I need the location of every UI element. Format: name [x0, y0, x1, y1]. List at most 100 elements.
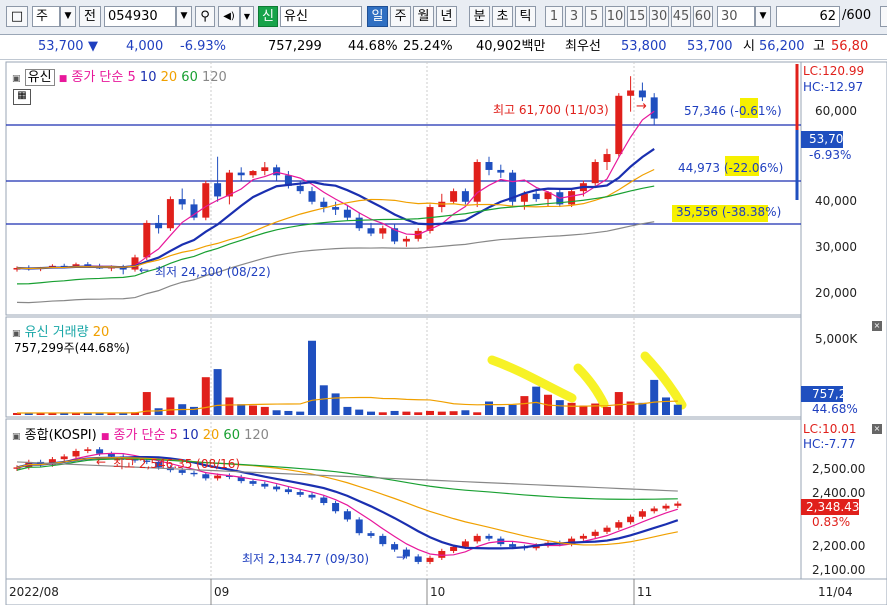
volume-bar — [520, 396, 529, 415]
index-tick-2100: 2,100.00 — [812, 563, 866, 577]
index-low-note: 최저 2,134.77 (09/30) — [242, 552, 370, 566]
volume-bar — [614, 392, 623, 415]
index-candle-body — [60, 456, 68, 460]
price-candle-body — [178, 199, 186, 205]
volume-bar — [437, 411, 446, 415]
index-candle-body — [414, 556, 422, 562]
hline1-label: 57,346 (-0.61%) — [684, 104, 782, 118]
index-ma-60: 60 — [223, 428, 240, 443]
price-candle-body — [249, 171, 257, 176]
price-candle-body — [214, 183, 222, 197]
index-candle-body — [190, 472, 198, 475]
index-candle-body — [308, 494, 316, 498]
price-candle-body — [650, 97, 658, 119]
volume-bar — [650, 379, 659, 415]
index-ma-label: 종가 단순 — [113, 428, 166, 443]
price-candle-body — [155, 222, 163, 229]
volume-bar — [296, 411, 305, 415]
volume-bar — [225, 397, 234, 415]
index-candle-body — [391, 544, 399, 550]
index-low-arrow-icon: → — [396, 550, 407, 564]
index-high-note: 최고 2,546.35 (08/16) — [113, 457, 241, 471]
index-candle-body — [296, 492, 304, 495]
volume-bar — [662, 397, 670, 415]
volume-bar — [638, 402, 647, 415]
hline2-label: 44,973 (-22.06%) — [678, 161, 784, 175]
index-panel-name[interactable]: 종합(KOSPI) — [25, 428, 97, 443]
volume-bar — [284, 410, 293, 415]
index-candle-body — [379, 535, 387, 545]
price-candle-body — [532, 193, 540, 200]
volume-bar — [449, 411, 458, 415]
x-label-last-date: 11/04 — [818, 585, 853, 599]
volume-bar — [461, 410, 470, 415]
index-ma-5: 5 — [169, 428, 178, 443]
volume-last-pct: 44.68% — [812, 402, 858, 416]
current-pct-label: -6.93% — [809, 148, 852, 162]
volume-bar — [496, 406, 505, 415]
volume-bar — [213, 369, 222, 415]
chart-canvas[interactable] — [0, 0, 887, 605]
low-arrow-icon: ← — [139, 263, 150, 277]
index-panel-close-icon[interactable]: × — [872, 424, 882, 434]
price-candle-body — [355, 217, 363, 229]
high-arrow-icon: → — [636, 99, 647, 114]
price-tick-30000: 30,000 — [815, 240, 857, 254]
price-candle-body — [450, 191, 458, 202]
panel-menu-icon[interactable]: ▣ — [12, 74, 21, 84]
volume-bar — [319, 385, 328, 415]
index-candle-body — [591, 531, 599, 536]
ma-60: 60 — [181, 70, 198, 85]
volume-bar — [485, 401, 493, 415]
index-panel-header: ▣ 종합(KOSPI) ■ 종가 단순 5 10 20 60 120 — [12, 424, 269, 443]
price-candle-body — [461, 191, 469, 202]
index-high-arrow-icon: ← — [96, 455, 107, 469]
price-panel-name[interactable]: 유신 — [24, 69, 55, 86]
volume-panel-menu-icon[interactable]: ▣ — [12, 329, 21, 339]
price-hc: HC:-12.97 — [803, 80, 864, 94]
volume-bar — [532, 386, 541, 415]
index-tick-2400: 2,400.00 — [812, 486, 866, 500]
index-candle-body — [579, 535, 587, 539]
index-candle-body — [674, 503, 682, 506]
volume-bar — [355, 409, 364, 415]
index-hc: HC:-7.77 — [803, 437, 856, 451]
index-lc: LC:10.01 — [803, 422, 857, 436]
index-candle-body — [261, 483, 269, 487]
index-panel-menu-icon[interactable]: ▣ — [12, 432, 21, 442]
ma-120: 120 — [201, 70, 227, 85]
table-grid-icon[interactable]: ▦ — [13, 89, 31, 105]
volume-bar — [343, 406, 352, 415]
price-candle-body — [426, 207, 434, 231]
index-candle-body — [249, 481, 257, 484]
price-candle-body — [615, 95, 623, 155]
price-candle-body — [497, 169, 505, 173]
index-candle-body — [509, 544, 517, 547]
price-high-note: 최고 61,700 (11/03) — [493, 103, 609, 117]
ma-20: 20 — [160, 70, 178, 85]
price-candle-body — [225, 172, 233, 197]
price-panel-header: ▣ 유신 ■ 종가 단순 5 10 20 60 120 — [12, 66, 227, 86]
price-candle-body — [332, 207, 340, 210]
volume-bar — [154, 408, 163, 415]
index-tick-2500: 2,500.00 — [812, 462, 866, 476]
price-tick-60000: 60,000 — [815, 104, 857, 118]
volume-tick-5000k: 5,000K — [815, 332, 858, 346]
index-candle-body — [627, 516, 635, 523]
index-current: 2,348.43 — [806, 500, 860, 514]
volume-panel-close-icon[interactable]: × — [872, 321, 882, 331]
hline2-pct: -22.06% — [728, 161, 779, 175]
index-candle-body — [650, 508, 658, 512]
price-candle-body — [485, 162, 493, 170]
x-label-10: 10 — [430, 585, 446, 599]
price-candle-body — [320, 201, 328, 208]
hline2-value: 44,973 — [678, 161, 720, 175]
index-candle-body — [603, 527, 611, 532]
volume-panel-name[interactable]: 유신 거래량 — [25, 325, 89, 340]
price-candle-body — [166, 199, 174, 229]
volume-bar — [473, 412, 482, 415]
index-candle-body — [638, 511, 646, 517]
price-candle-body — [143, 222, 151, 258]
price-candle-body — [568, 191, 576, 205]
index-candle-body — [320, 497, 328, 504]
